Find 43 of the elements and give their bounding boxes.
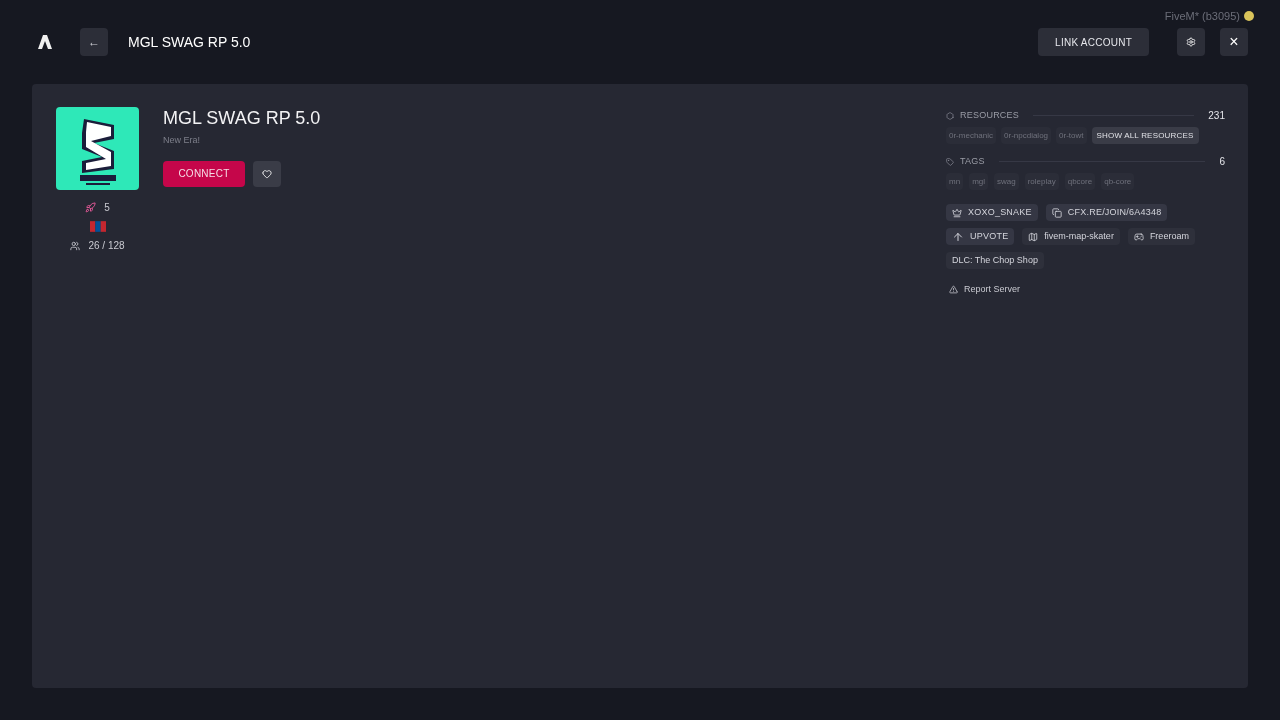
settings-button[interactable] (1177, 28, 1205, 56)
gamepad-icon (1133, 231, 1144, 242)
close-button[interactable]: × (1220, 28, 1248, 56)
info-chip: DLC: The Chop Shop (946, 252, 1044, 269)
crown-icon (952, 207, 962, 218)
settings-icon (1186, 37, 1196, 47)
players-icon (70, 240, 81, 251)
info-chip[interactable]: XOXO_SNAKE (946, 204, 1038, 221)
tag-chip: roleplay (1024, 173, 1059, 190)
favorite-button[interactable] (253, 160, 281, 187)
warning-icon (949, 285, 958, 295)
resources-icon (946, 111, 954, 120)
boost-icon (85, 202, 97, 213)
tag-chip: swag (994, 173, 1019, 190)
resources-count: 231 (1208, 109, 1225, 123)
arrow-up-icon (952, 230, 964, 243)
tags-heading: TAGS (960, 154, 985, 168)
player-count: 26 / 128 (88, 239, 125, 253)
show-all-resources-button[interactable]: SHOW ALL RESOURCES (1091, 127, 1199, 144)
resource-chip: 0r-mechanic (946, 127, 996, 144)
build-label: FiveM* (b3095) (1164, 9, 1240, 24)
connect-button[interactable]: CONNECT (163, 160, 245, 187)
link-account-button[interactable]: LINK ACCOUNT (1038, 28, 1149, 56)
map-icon (1028, 231, 1039, 242)
server-description: New Era! (163, 134, 201, 147)
info-chip: fivem-map-skater (1022, 228, 1120, 245)
tags-count: 6 (1219, 155, 1225, 169)
upvote-button[interactable]: UPVOTE (946, 228, 1015, 245)
page-title: MGL SWAG RP 5.0 (128, 32, 251, 52)
status-icon (1244, 11, 1254, 22)
server-name: MGL SWAG RP 5.0 (163, 108, 321, 128)
copy-icon (1051, 207, 1062, 218)
resources-heading: RESOURCES (960, 108, 1020, 122)
heart-icon (262, 168, 272, 179)
resource-chip: 0r-towt (1056, 127, 1087, 144)
app-logo-icon (38, 35, 52, 49)
info-chip: Freeroam (1127, 228, 1195, 245)
report-server-link[interactable]: Report Server (946, 283, 1225, 297)
flag-icon (89, 221, 106, 232)
info-chip[interactable]: CFX.RE/JOIN/6A4348 (1045, 204, 1168, 221)
back-button[interactable]: ← (80, 28, 108, 56)
boost-count: 5 (104, 201, 110, 215)
tag-icon (946, 157, 954, 166)
